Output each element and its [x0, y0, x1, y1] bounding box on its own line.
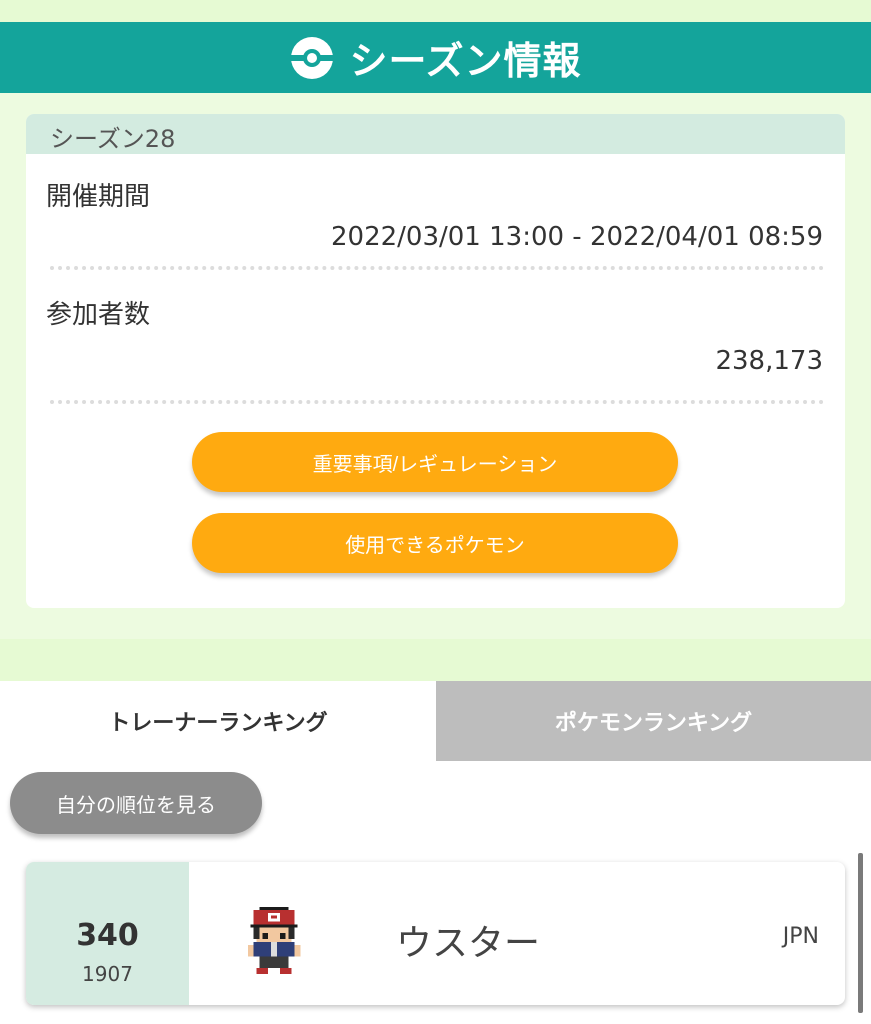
tab-pokemon-ranking[interactable]: ポケモンランキング — [436, 681, 871, 761]
period-value: 2022/03/01 13:00 - 2022/04/01 08:59 — [330, 222, 823, 252]
participants-value: 238,173 — [715, 346, 823, 376]
period-label: 開催期間 — [46, 182, 151, 212]
season-info-header: シーズン情報 — [0, 22, 871, 93]
country-code: JPN — [782, 924, 819, 949]
season-label: シーズン28 — [50, 125, 176, 153]
season-card: シーズン28 開催期間 2022/03/01 13:00 - 2022/04/0… — [26, 114, 845, 608]
tab-trainer-ranking[interactable]: トレーナーランキング — [0, 681, 436, 761]
participants-label: 参加者数 — [46, 300, 151, 330]
regulation-button[interactable]: 重要事項/レギュレーション — [192, 432, 678, 492]
divider — [50, 266, 824, 270]
divider — [50, 400, 824, 404]
usable-pokemon-button[interactable]: 使用できるポケモン — [192, 513, 678, 573]
top-strip — [0, 0, 871, 22]
scrollbar[interactable] — [858, 853, 863, 1013]
pokeball-icon — [289, 36, 336, 79]
rating-value: 1907 — [82, 962, 133, 986]
season-label-bar: シーズン28 — [26, 114, 845, 154]
trainer-sprite — [247, 906, 301, 974]
ranking-row[interactable]: 340 1907 ウスター JPN — [26, 862, 845, 1005]
trainer-name: ウスター — [396, 923, 541, 964]
my-rank-button[interactable]: 自分の順位を見る — [10, 772, 262, 834]
page-title: シーズン情報 — [349, 39, 582, 83]
rank-box: 340 1907 — [26, 862, 189, 1005]
gap-band — [0, 639, 871, 681]
rank-number: 340 — [76, 918, 139, 953]
